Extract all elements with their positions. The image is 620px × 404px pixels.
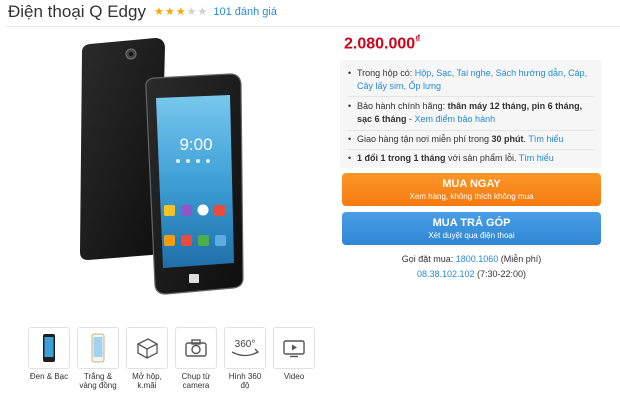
exchange-info: • 1 đổi 1 trong 1 tháng với sản phẩm lỗi… xyxy=(348,153,554,163)
thumbnail-video[interactable]: Video xyxy=(273,327,315,390)
thumbnail-camera[interactable]: Chụp từ camera xyxy=(175,327,217,390)
divider xyxy=(348,130,594,131)
thumbnail-360[interactable]: 360° Hình 360 độ xyxy=(224,327,266,390)
thumbnail-open-box[interactable]: Mở hộp, k.mãi xyxy=(126,327,168,390)
product-info-box: • Trong hộp có: Hộp, Sạc, Tai nghe, Sách… xyxy=(340,60,602,168)
installment-subtitle: Xét duyệt qua điện thoại xyxy=(428,231,515,240)
divider xyxy=(348,149,594,150)
svg-text:360°: 360° xyxy=(235,339,256,350)
thumbnail-label: Chụp từ camera xyxy=(181,372,211,390)
star-empty-icon: ★ xyxy=(197,5,208,18)
video-icon xyxy=(273,327,315,369)
hotline-number-link[interactable]: 1800.1060 xyxy=(456,254,499,264)
star-filled-icon: ★ xyxy=(153,5,164,18)
exchange-learn-more-link[interactable]: Tìm hiểu xyxy=(519,153,554,163)
bullet-icon: • xyxy=(348,68,352,78)
buy-now-button[interactable]: MUA NGAY Xem hàng, không thích không mua xyxy=(342,173,601,206)
star-empty-icon: ★ xyxy=(186,5,197,18)
rating-stars: ★ ★ ★ ★ ★ xyxy=(153,5,208,18)
phone-illustration: 9:00 xyxy=(80,38,244,295)
thumbnail-white-gold[interactable]: Trắng & vàng đồng xyxy=(77,327,119,390)
reviews-link[interactable]: 101 đánh giá xyxy=(213,6,277,18)
in-box-info: • Trong hộp có: Hộp, Sạc, Tai nghe, Sách… xyxy=(348,68,588,91)
gallery-thumbnails: Đen & Bạc Trắng & vàng đồng Mở hộp, k.mã… xyxy=(28,327,322,390)
home-button xyxy=(189,274,199,283)
white-gold-phone-thumbnail xyxy=(77,327,119,369)
delivery-info: • Giao hàng tận nơi miễn phí trong 30 ph… xyxy=(348,134,564,144)
buy-now-subtitle: Xem hàng, không thích không mua xyxy=(409,192,534,201)
thumbnail-label: Video xyxy=(283,372,305,381)
camera-icon xyxy=(175,327,217,369)
installment-button[interactable]: MUA TRẢ GÓP Xét duyệt qua điện thoại xyxy=(342,212,601,245)
star-filled-icon: ★ xyxy=(175,5,186,18)
hotline2-info: 08.38.102.102 (7:30-22:00) xyxy=(416,269,527,279)
warranty-info: • Bảo hành chính hãng: thân máy 12 tháng… xyxy=(348,101,583,124)
delivery-learn-more-link[interactable]: Tìm hiểu xyxy=(528,134,563,144)
installment-label: MUA TRẢ GÓP xyxy=(432,217,511,229)
hotline2-number-link[interactable]: 08.38.102.102 xyxy=(417,269,475,279)
star-filled-icon: ★ xyxy=(164,5,175,18)
hotline-info: Gọi đặt mua: 1800.1060 (Miễn phí) xyxy=(401,254,542,264)
currency-symbol: ₫ xyxy=(415,34,421,45)
buy-now-label: MUA NGAY xyxy=(442,178,501,190)
header-divider xyxy=(6,26,620,27)
bullet-icon: • xyxy=(348,134,352,144)
thumbnail-black-silver[interactable]: Đen & Bạc xyxy=(28,327,70,390)
bullet-icon: • xyxy=(348,153,352,163)
thumbnail-label: Hình 360 độ xyxy=(228,372,262,390)
screen-clock: 9:00 xyxy=(179,135,212,154)
product-title: Điện thoại Q Edgy xyxy=(8,2,146,21)
product-image[interactable]: 9:00 xyxy=(60,38,300,300)
thumbnail-label: Đen & Bạc xyxy=(29,372,69,381)
rotate-360-icon: 360° xyxy=(224,327,266,369)
product-price: 2.080.000₫ xyxy=(344,34,421,53)
product-header: Điện thoại Q Edgy ★ ★ ★ ★ ★ 101 đánh giá xyxy=(8,2,277,22)
thumbnail-label: Mở hộp, k.mãi xyxy=(132,372,162,390)
open-box-icon xyxy=(126,327,168,369)
warranty-link[interactable]: Xem điểm bảo hành xyxy=(415,114,496,124)
black-silver-phone-thumbnail xyxy=(28,327,70,369)
bullet-icon: • xyxy=(348,101,352,111)
divider xyxy=(348,96,594,97)
thumbnail-label: Trắng & vàng đồng xyxy=(79,372,117,390)
